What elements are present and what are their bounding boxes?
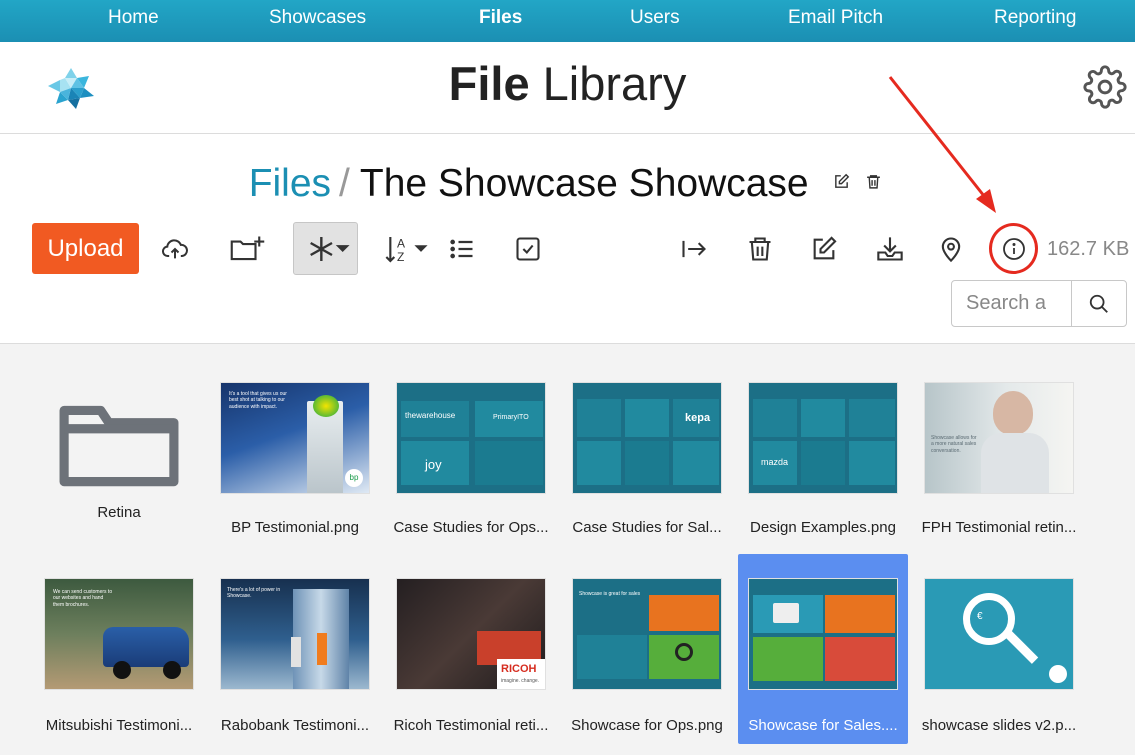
file-name: BP Testimonial.png bbox=[231, 519, 359, 536]
file-tile[interactable]: We can send customers to our websites an… bbox=[34, 578, 204, 738]
thumb-quote-text: It's a tool that gives us our best shot … bbox=[229, 391, 287, 410]
thumb-caption-text: Showcase allows for a more natural sales… bbox=[931, 435, 977, 454]
svg-text:A: A bbox=[397, 237, 405, 251]
gear-icon[interactable] bbox=[1083, 65, 1127, 109]
file-name: Showcase for Sales.... bbox=[748, 717, 898, 734]
breadcrumb-files-link[interactable]: Files bbox=[249, 162, 331, 205]
delete-button[interactable] bbox=[740, 228, 780, 270]
file-tile[interactable]: RICOH imagine. change. Ricoh Testimonial… bbox=[386, 578, 556, 738]
nav-email-pitch[interactable]: Email Pitch bbox=[788, 7, 883, 29]
file-thumbnail: Showcase is great for sales bbox=[572, 578, 722, 690]
location-button[interactable] bbox=[931, 228, 971, 270]
nav-showcases[interactable]: Showcases bbox=[269, 7, 366, 29]
download-tray-icon bbox=[877, 237, 903, 261]
upload-button[interactable]: Upload bbox=[32, 223, 139, 274]
file-name: Case Studies for Ops... bbox=[393, 519, 549, 536]
top-nav: Home Showcases Files Users Email Pitch R… bbox=[0, 0, 1135, 42]
thumb-logo-text: bp bbox=[345, 469, 363, 487]
file-tile[interactable]: kepa Case Studies for Sal... bbox=[562, 382, 732, 542]
thumb-heading-text: Showcase is great for sales bbox=[579, 591, 641, 597]
edit-button[interactable] bbox=[804, 228, 844, 270]
thumb-tagline-text: imagine. change. bbox=[501, 678, 540, 684]
highlight-circle bbox=[989, 223, 1038, 274]
thumb-symbol-text: € bbox=[977, 611, 983, 622]
folder-icon bbox=[59, 405, 179, 487]
breadcrumb-current-folder: The Showcase Showcase bbox=[359, 162, 809, 205]
cloud-upload-icon bbox=[162, 239, 188, 259]
thumb-logo-text: joy bbox=[425, 457, 442, 472]
file-tile[interactable]: € showcase slides v2.p... bbox=[914, 578, 1084, 738]
file-name: Case Studies for Sal... bbox=[572, 519, 722, 536]
move-arrow-icon bbox=[682, 240, 706, 258]
folder-tile[interactable]: Retina bbox=[34, 374, 204, 524]
file-name: showcase slides v2.p... bbox=[921, 717, 1077, 734]
filter-all-icon-wrap bbox=[303, 228, 353, 270]
file-name: Retina bbox=[97, 504, 141, 521]
file-name: Mitsubishi Testimoni... bbox=[45, 717, 193, 734]
file-tile-selected[interactable]: Showcase for Sales.... bbox=[738, 554, 908, 744]
file-thumbnail: It's a tool that gives us our best shot … bbox=[220, 382, 370, 494]
nav-reporting[interactable]: Reporting bbox=[994, 7, 1076, 29]
search-input[interactable] bbox=[952, 281, 1071, 326]
cloud-upload-button[interactable] bbox=[155, 228, 195, 270]
thumb-logo-text: PrimaryITO bbox=[493, 414, 529, 421]
checkbox-icon bbox=[516, 237, 540, 261]
file-tile[interactable]: It's a tool that gives us our best shot … bbox=[210, 382, 380, 542]
file-grid: Retina It's a tool that gives us our bes… bbox=[0, 343, 1135, 755]
thumb-logo-text: thewarehouse bbox=[405, 411, 456, 420]
file-name: FPH Testimonial retin... bbox=[921, 519, 1077, 536]
breadcrumb-separator: / bbox=[339, 162, 350, 205]
file-name: Rabobank Testimoni... bbox=[220, 717, 370, 734]
sort-az-icon: AZ bbox=[385, 237, 428, 264]
sort-button[interactable]: AZ bbox=[380, 228, 430, 270]
new-folder-button[interactable] bbox=[224, 228, 272, 270]
file-thumbnail: RICOH imagine. change. bbox=[396, 578, 546, 690]
new-folder-icon bbox=[230, 236, 265, 261]
thumb-quote-text: We can send customers to our websites an… bbox=[53, 589, 113, 608]
trash-icon bbox=[749, 237, 771, 261]
thumb-logo-text: kepa bbox=[685, 412, 711, 424]
file-thumbnail: mazda bbox=[748, 382, 898, 494]
file-thumbnail: € bbox=[924, 578, 1074, 690]
total-size-label: 162.7 KB bbox=[1047, 238, 1130, 260]
file-thumbnail: kepa bbox=[572, 382, 722, 494]
nav-home[interactable]: Home bbox=[108, 7, 159, 29]
annotation-arrow bbox=[888, 76, 996, 213]
search-icon bbox=[1089, 294, 1108, 313]
edit-folder-icon[interactable] bbox=[833, 173, 850, 190]
file-name: Showcase for Ops.png bbox=[571, 717, 723, 734]
file-tile[interactable]: There's a lot of power in Showcase. Rabo… bbox=[210, 578, 380, 738]
select-all-button[interactable] bbox=[508, 228, 548, 270]
nav-files[interactable]: Files bbox=[479, 7, 522, 29]
file-tile[interactable]: mazda Design Examples.png bbox=[738, 382, 908, 542]
map-pin-icon bbox=[941, 237, 961, 263]
file-thumbnail: Showcase allows for a more natural sales… bbox=[924, 382, 1074, 494]
list-icon bbox=[450, 239, 473, 259]
file-name: Design Examples.png bbox=[750, 519, 896, 536]
file-thumbnail bbox=[748, 578, 898, 690]
search-button[interactable] bbox=[1071, 281, 1126, 326]
file-tile[interactable]: Showcase allows for a more natural sales… bbox=[914, 382, 1084, 542]
pencil-icon bbox=[813, 236, 837, 260]
thumb-logo-text: mazda bbox=[761, 457, 789, 467]
svg-text:Z: Z bbox=[397, 250, 404, 264]
file-name: Ricoh Testimonial reti... bbox=[393, 717, 549, 734]
file-thumbnail: We can send customers to our websites an… bbox=[44, 578, 194, 690]
download-button[interactable] bbox=[870, 228, 910, 270]
asterisk-filter-icon bbox=[310, 237, 350, 261]
search-box bbox=[951, 280, 1127, 327]
list-view-button[interactable] bbox=[442, 228, 482, 270]
nav-users[interactable]: Users bbox=[630, 7, 680, 29]
file-tile[interactable]: Showcase is great for sales Showcase for… bbox=[562, 578, 732, 738]
file-thumbnail: thewarehouse PrimaryITO joy bbox=[396, 382, 546, 494]
file-thumbnail: There's a lot of power in Showcase. bbox=[220, 578, 370, 690]
file-tile[interactable]: thewarehouse PrimaryITO joy Case Studies… bbox=[386, 382, 556, 542]
thumb-logo-text: RICOH bbox=[501, 663, 537, 675]
thumb-quote-text: There's a lot of power in Showcase. bbox=[227, 587, 281, 600]
move-button[interactable] bbox=[674, 228, 714, 270]
